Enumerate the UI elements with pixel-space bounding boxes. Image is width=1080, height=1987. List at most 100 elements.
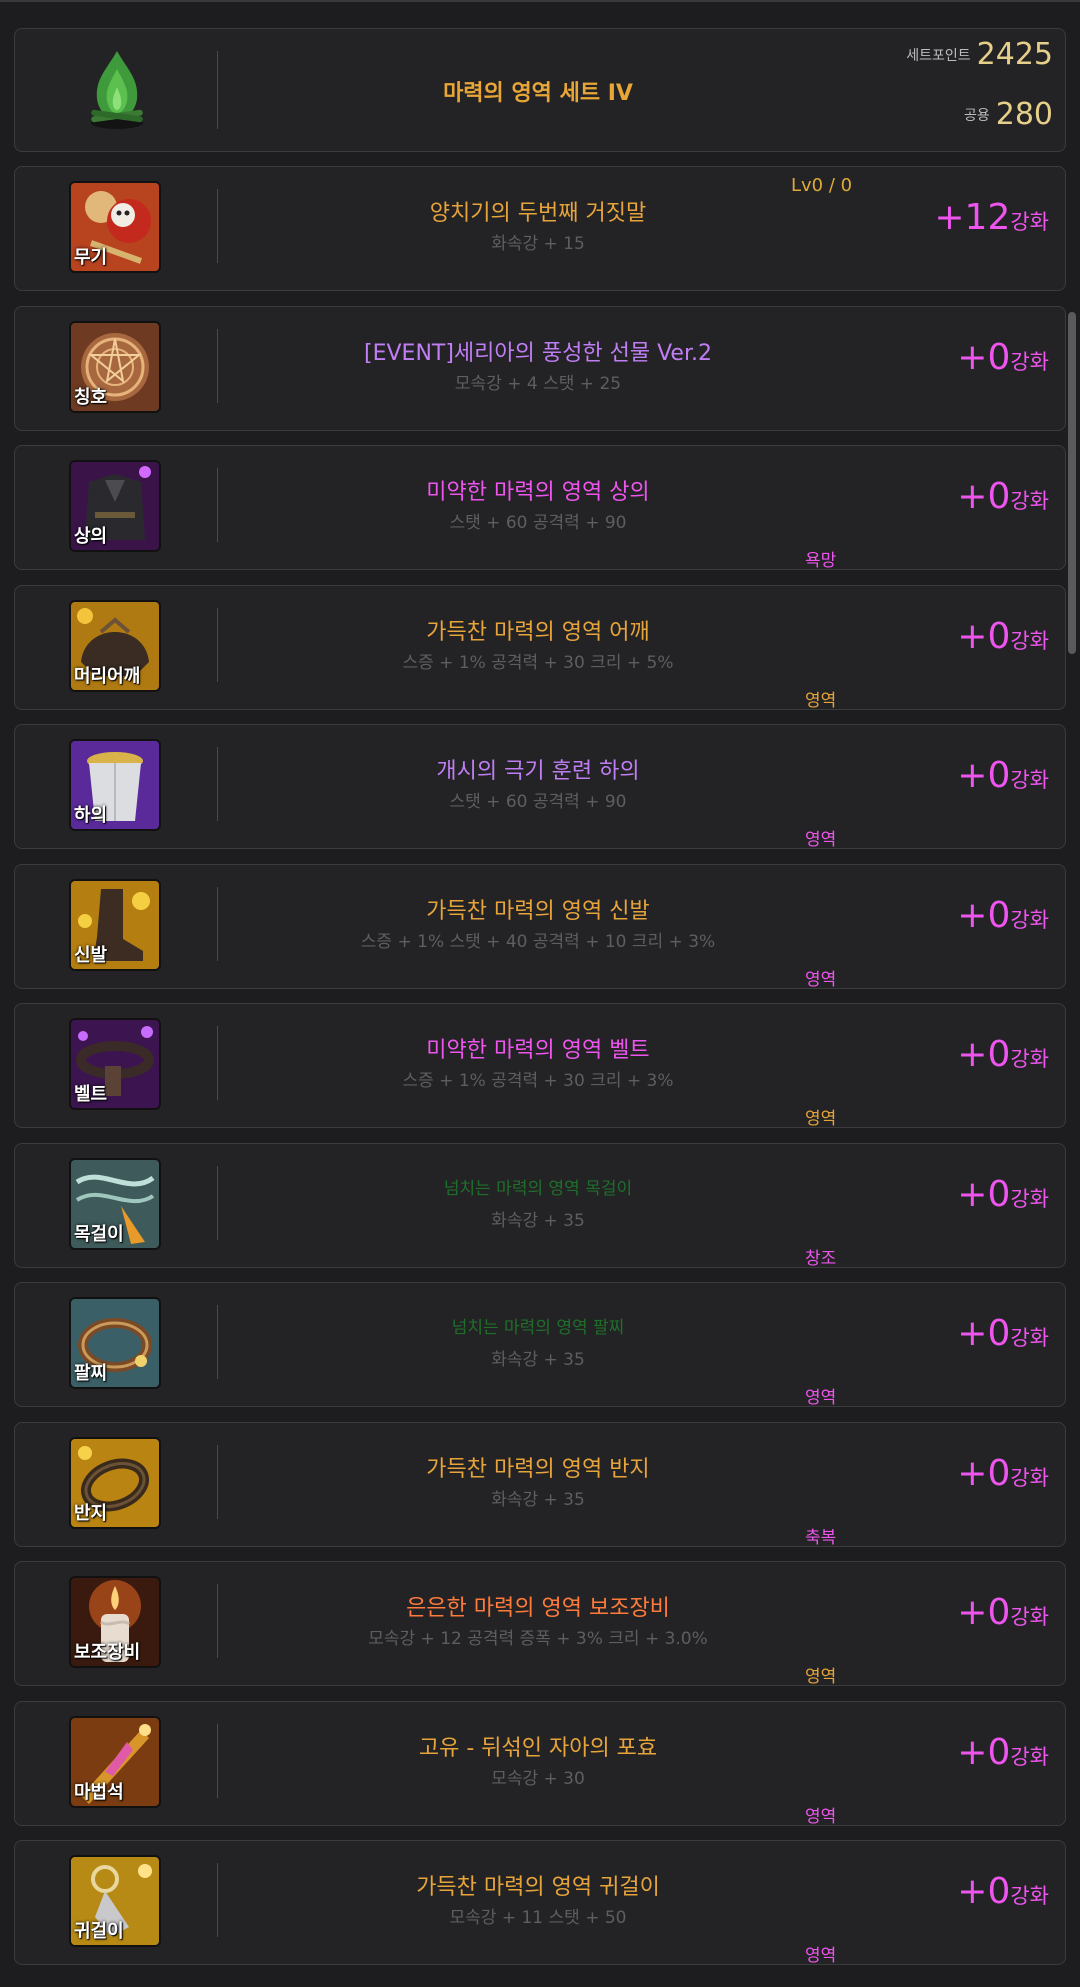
item-thumbnail: 무기 [69,181,161,273]
slot-label: 반지 [74,1502,108,1524]
item-name: [EVENT]세리아의 풍성한 선물 Ver.2 [364,340,712,366]
enhance-suffix: 강화 [1010,628,1049,653]
emblem-label: 영역 [805,969,837,990]
set-point-label: 세트포인트 [906,47,971,64]
emblem-label: 영역 [805,830,837,850]
item-stats: 화속강 + 35 [491,1350,585,1370]
slot-label: 귀걸이 [74,1921,124,1942]
enhance-value: +0 [957,476,1011,517]
set-summary-card[interactable]: 마력의 영역 세트 IV 세트포인트 2425 공용 280 [14,28,1066,152]
emblem-label: 영역 [805,1388,837,1408]
enhance-level: +0강화 [957,755,1049,796]
equipment-row-bracelet[interactable]: 팔찌 넘치는 마력의 영역 팔찌 화속강 + 35 영역 +0강화 [14,1282,1066,1408]
enhance-level: +0강화 [957,1592,1049,1633]
item-name: 양치기의 두번째 거짓말 [429,201,647,226]
top-border [0,0,1080,2]
item-name: 가득찬 마력의 영역 반지 [426,1456,650,1482]
emblem-label: 영역 [805,1667,837,1687]
emblem-label: 영역 [805,1946,837,1966]
item-stats: 스탯 + 60 공격력 + 90 [449,792,627,812]
item-thumbnail: 벨트 [69,1018,161,1110]
slot-label: 신발 [74,944,108,966]
level-badge: Lv0 / 0 [791,175,853,196]
shared-point-label: 공용 [963,107,990,124]
item-name: 미약한 마력의 영역 상의 [426,480,650,505]
item-thumbnail: 상의 [69,460,161,552]
slot-label: 벨트 [74,1084,108,1105]
equipment-list: 마력의 영역 세트 IV 세트포인트 2425 공용 280 무기 Lv0 / 0 … [14,28,1066,1980]
enhance-suffix: 강화 [1010,1884,1049,1908]
enhance-value: +12 [934,197,1011,238]
enhance-value: +0 [957,755,1011,796]
enhance-value: +0 [957,894,1011,936]
item-name: 넘치는 마력의 영역 팔찌 [451,1318,625,1338]
enhance-level: +0강화 [957,1453,1049,1494]
item-thumbnail: 하의 [69,739,161,831]
enhance-level: +0강화 [957,337,1049,378]
equipment-row-ring[interactable]: 반지 가득찬 마력의 영역 반지 화속강 + 35 축복 +0강화 [14,1421,1066,1548]
item-name: 가득찬 마력의 영역 귀걸이 [416,1875,660,1900]
item-stats: 모속강 + 4 스탯 + 25 [454,373,622,394]
equipment-row-belt[interactable]: 벨트 미약한 마력의 영역 벨트 스증 + 1% 공격력 + 30 크리 + 3… [14,1003,1066,1129]
enhance-value: +0 [957,1034,1011,1075]
shared-point-readout: 공용 280 [964,97,1053,132]
enhance-level: +0강화 [957,1313,1049,1354]
item-name: 넘치는 마력의 영역 목걸이 [443,1178,633,1199]
item-stats: 모속강 + 30 [491,1768,585,1789]
equipment-row-weapon[interactable]: 무기 Lv0 / 0 양치기의 두번째 거짓말 화속강 + 15 +12강화 [14,166,1066,291]
scrollbar-thumb[interactable] [1068,312,1076,654]
item-stats: 스증 + 1% 스탯 + 40 공격력 + 10 크리 + 3% [360,931,716,952]
enhance-suffix: 강화 [1010,768,1049,792]
item-thumbnail: 칭호 [69,320,161,413]
equipment-row-necklace[interactable]: 목걸이 넘치는 마력의 영역 목걸이 화속강 + 35 창조 +0강화 [14,1142,1066,1269]
enhance-suffix: 강화 [1010,1047,1049,1071]
set-point-readout: 세트포인트 2425 [906,37,1053,72]
set-name: 마력의 영역 세트 IV [443,81,633,106]
item-stats: 화속강 + 35 [491,1210,585,1231]
enhance-level: +0강화 [957,1732,1049,1773]
item-stats: 스증 + 1% 공격력 + 30 크리 + 5% [402,652,674,673]
equipment-row-pants[interactable]: 하의 개시의 극기 훈련 하의 스탯 + 60 공격력 + 90 영역 +0강화 [14,724,1066,850]
enhance-level: +0강화 [957,616,1049,657]
shared-point-value: 280 [995,97,1053,132]
slot-label: 하의 [74,805,108,826]
equipment-row-top[interactable]: 상의 미약한 마력의 영역 상의 스탯 + 60 공격력 + 90 욕망 +0강… [14,445,1066,571]
item-thumbnail: 팔찌 [69,1297,161,1389]
item-thumbnail: 반지 [69,1436,161,1529]
emblem-label: 영역 [805,1806,837,1827]
enhance-suffix: 강화 [1010,1186,1049,1211]
enhance-value: +0 [957,1173,1011,1215]
slot-label: 칭호 [74,386,108,408]
equipment-row-sub-equipment[interactable]: 보조장비 은은한 마력의 영역 보조장비 모속강 + 12 공격력 증폭 + 3… [14,1561,1066,1687]
enhance-suffix: 강화 [1010,349,1049,374]
item-thumbnail: 목걸이 [69,1157,161,1250]
item-thumbnail: 보조장비 [69,1576,161,1668]
equipment-row-shoes[interactable]: 신발 가득찬 마력의 영역 신발 스증 + 1% 스탯 + 40 공격력 + 1… [14,863,1066,990]
emblem-label: 영역 [805,690,837,711]
enhance-value: +0 [957,1313,1011,1354]
item-name: 가득찬 마력의 영역 신발 [426,898,650,924]
enhance-value: +0 [957,336,1011,378]
green-flame-icon [91,51,143,129]
item-name: 은은한 마력의 영역 보조장비 [406,1596,670,1621]
enhance-level: +0강화 [957,1034,1049,1075]
enhance-suffix: 강화 [1010,210,1049,234]
enhance-value: +0 [957,615,1011,657]
enhance-value: +0 [957,1452,1011,1494]
item-stats: 모속강 + 11 스탯 + 50 [449,1908,627,1928]
equipment-row-title[interactable]: 칭호 [EVENT]세리아의 풍성한 선물 Ver.2 모속강 + 4 스탯 +… [14,305,1066,431]
item-stats: 화속강 + 15 [491,234,585,254]
equipment-row-magic-stone[interactable]: 마법석 고유 - 뒤섞인 자아의 포효 모속강 + 30 영역 +0강화 [14,1700,1066,1827]
enhance-level: +0강화 [957,1174,1049,1215]
enhance-level: +0강화 [957,476,1049,517]
item-stats: 스증 + 1% 공격력 + 30 크리 + 3% [402,1071,674,1091]
item-thumbnail: 마법석 [69,1715,161,1808]
emblem-label: 욕망 [805,551,837,571]
slot-label: 마법석 [74,1781,124,1803]
equipment-row-earring[interactable]: 귀걸이 가득찬 마력의 영역 귀걸이 모속강 + 11 스탯 + 50 영역 +… [14,1840,1066,1966]
enhance-suffix: 강화 [1010,1326,1049,1350]
item-name: 고유 - 뒤섞인 자아의 포효 [418,1735,658,1761]
enhance-value: +0 [957,1592,1011,1633]
equipment-row-shoulder[interactable]: 머리어깨 가득찬 마력의 영역 어깨 스증 + 1% 공격력 + 30 크리 +… [14,584,1066,711]
slot-label: 상의 [74,526,108,547]
